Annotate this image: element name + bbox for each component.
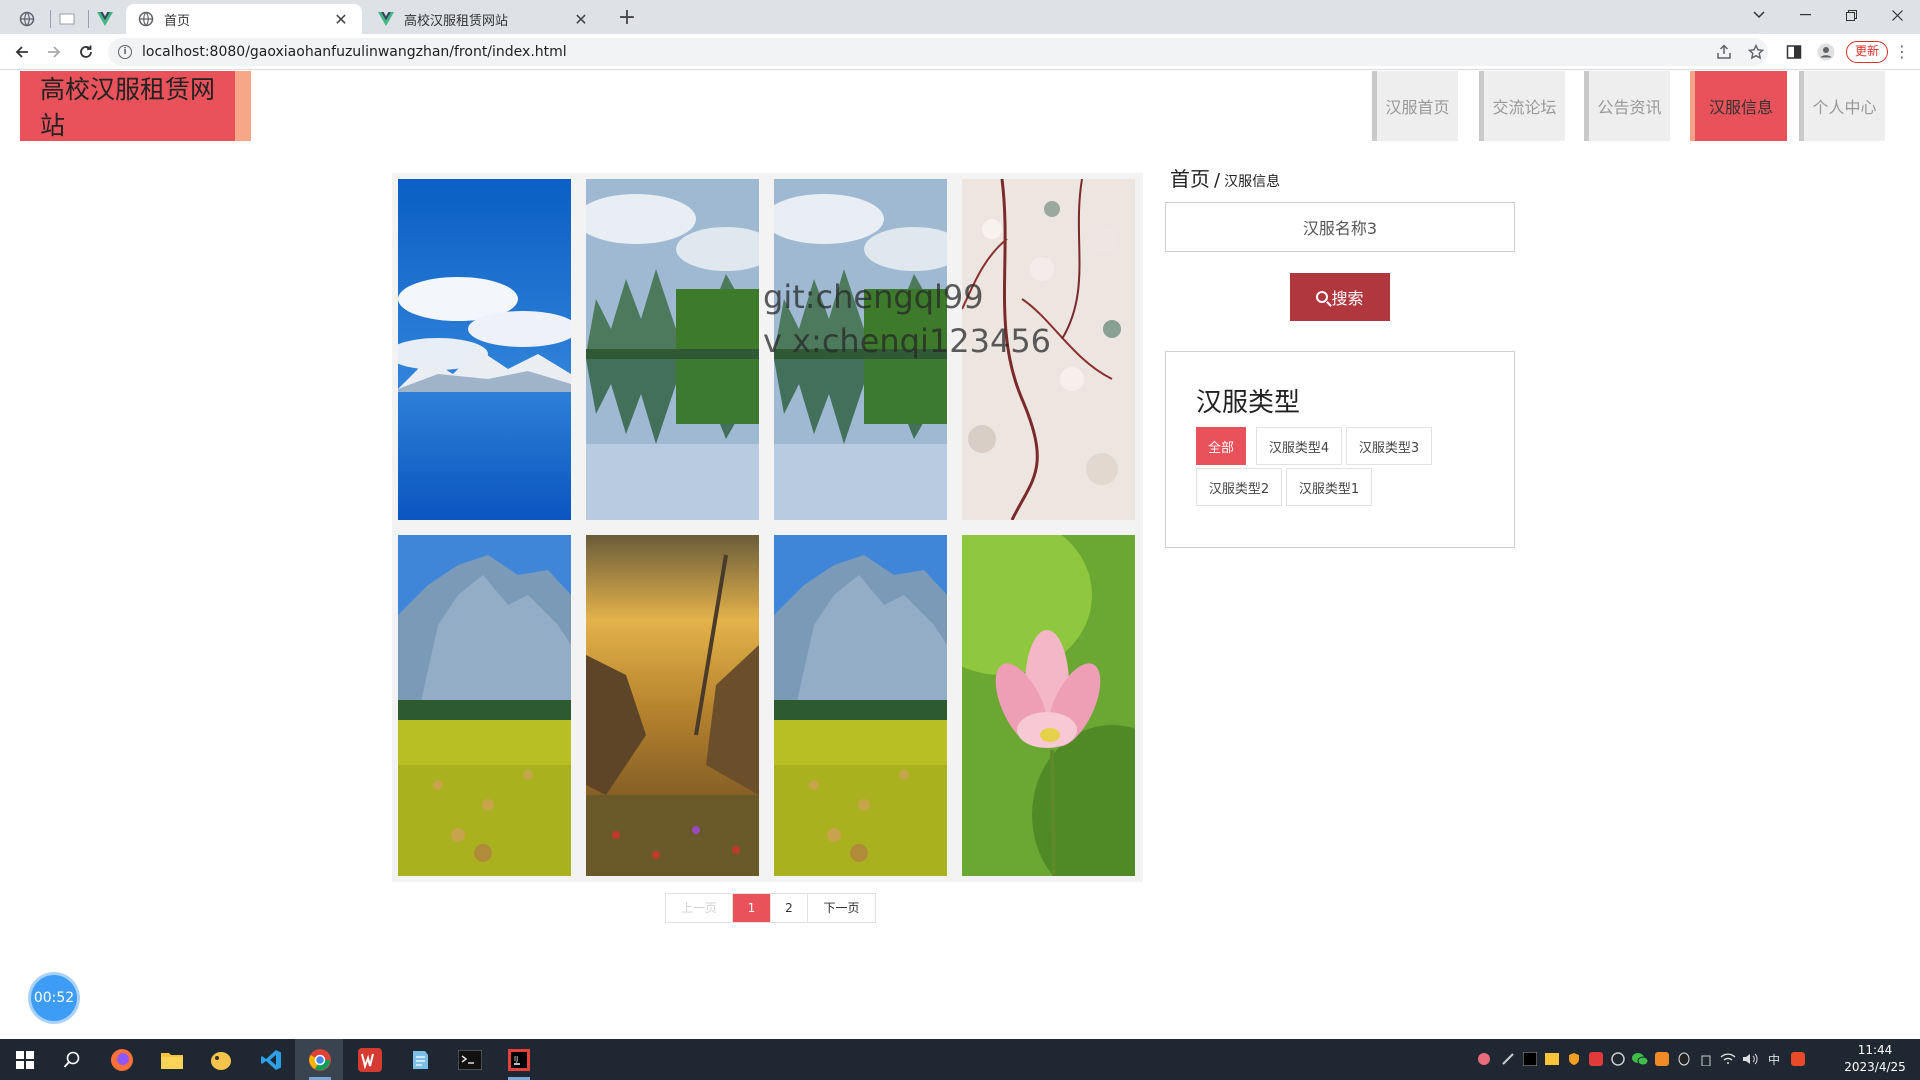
page-icon [59, 13, 75, 25]
chrome-icon[interactable] [305, 1045, 335, 1075]
prev-page-button: 上一页 [666, 894, 733, 922]
update-button[interactable]: 更新 [1846, 41, 1889, 63]
vscode-icon[interactable] [256, 1045, 286, 1075]
globe-icon [19, 11, 35, 27]
search-icon [1316, 291, 1329, 303]
search-icon[interactable] [57, 1045, 87, 1075]
notepad-icon[interactable] [405, 1045, 435, 1075]
type-tag-3[interactable]: 汉服类型3 [1346, 427, 1432, 465]
tray-tool-icon[interactable] [1500, 1051, 1516, 1067]
share-icon[interactable] [1712, 40, 1736, 64]
vue-icon [378, 11, 394, 27]
hanfu-item-image[interactable] [586, 535, 759, 876]
type-filter-title: 汉服类型 [1196, 388, 1301, 418]
browser-toolbar: i localhost:8080/gaoxiaohanfuzulinwangzh… [0, 34, 1920, 70]
tray-orange-icon[interactable] [1654, 1051, 1670, 1067]
nav-item-hanfu-home[interactable]: 汉服首页 [1372, 71, 1458, 141]
firefox-icon[interactable] [107, 1045, 137, 1075]
tab-home[interactable]: 首页 ✕ [126, 4, 362, 34]
profile-avatar-icon[interactable] [1814, 40, 1838, 64]
pinned-tab-vue[interactable] [88, 4, 122, 34]
tray-folder-icon[interactable] [1544, 1051, 1560, 1067]
plus-icon[interactable]: + [614, 5, 640, 31]
type-tag-2[interactable]: 汉服类型2 [1196, 468, 1282, 506]
clock-date: 2023/4/25 [1844, 1060, 1906, 1074]
hanfu-type-filter: 汉服类型 全部 汉服类型4 汉服类型3 汉服类型2 汉服类型1 [1165, 351, 1515, 548]
pinned-tab-blank[interactable] [50, 4, 84, 34]
minimize-icon[interactable] [1782, 0, 1828, 30]
pinned-tab-globe[interactable] [10, 4, 44, 34]
qq-icon[interactable] [1676, 1051, 1692, 1067]
tab-search-chevron-icon[interactable] [1736, 0, 1782, 30]
usb-icon[interactable] [1698, 1051, 1714, 1067]
svg-text:IJ: IJ [514, 1055, 518, 1063]
tray-app-icon[interactable] [1476, 1051, 1492, 1067]
globe-icon [138, 11, 154, 27]
clock-time: 11:44 [1857, 1043, 1893, 1057]
type-tag-1[interactable]: 汉服类型1 [1286, 468, 1372, 506]
wps-icon[interactable] [355, 1045, 385, 1075]
system-clock[interactable]: 11:44 2023/4/25 [1840, 1042, 1910, 1076]
tray-shield-icon[interactable] [1566, 1051, 1582, 1067]
restore-icon[interactable] [1828, 0, 1874, 30]
intellij-icon[interactable]: IJ [504, 1045, 534, 1075]
app-icon[interactable] [206, 1045, 236, 1075]
search-input[interactable]: 汉服名称3 [1165, 202, 1515, 252]
nav-item-hanfu-info[interactable]: 汉服信息 [1690, 71, 1787, 141]
close-window-icon[interactable] [1874, 0, 1920, 30]
breadcrumb-current: 汉服信息 [1224, 174, 1281, 190]
nav-item-personal-center[interactable]: 个人中心 [1799, 71, 1885, 141]
type-tag-4[interactable]: 汉服类型4 [1256, 427, 1342, 465]
breadcrumb-separator: / [1214, 170, 1221, 191]
type-tag-all[interactable]: 全部 [1196, 427, 1246, 465]
hanfu-item-image[interactable] [398, 179, 571, 520]
browser-tab-strip: 首页 ✕ 高校汉服租赁网站 ✕ + [0, 0, 1920, 34]
windows-start-icon[interactable] [10, 1045, 40, 1075]
pagination: 上一页 1 2 下一页 [665, 893, 876, 923]
close-tab-icon[interactable]: ✕ [572, 10, 590, 29]
file-explorer-icon[interactable] [157, 1045, 187, 1075]
search-button[interactable]: 搜索 [1290, 273, 1390, 321]
site-logo[interactable]: 高校汉服租赁网站 [20, 71, 251, 141]
tray-ide-icon[interactable] [1522, 1051, 1538, 1067]
address-bar[interactable]: i localhost:8080/gaoxiaohanfuzulinwangzh… [108, 38, 1768, 66]
sogou-icon[interactable] [1790, 1051, 1806, 1067]
tray-security-icon[interactable] [1588, 1051, 1604, 1067]
side-panel-icon[interactable] [1782, 40, 1806, 64]
hanfu-item-image[interactable] [962, 535, 1135, 876]
nav-item-forum[interactable]: 交流论坛 [1479, 71, 1565, 141]
reload-icon[interactable] [74, 40, 98, 64]
search-button-label: 搜索 [1331, 289, 1364, 308]
more-menu-icon[interactable]: ⋮ [1892, 40, 1912, 64]
recording-timer[interactable]: 00:52 [31, 975, 77, 1021]
breadcrumb: 首页 / 汉服信息 [1170, 163, 1280, 192]
volume-icon[interactable] [1742, 1051, 1758, 1067]
page-1-button[interactable]: 1 [733, 894, 771, 922]
close-tab-icon[interactable]: ✕ [332, 10, 350, 29]
vue-icon [97, 12, 113, 26]
wechat-icon[interactable] [1632, 1051, 1648, 1067]
web-page: 高校汉服租赁网站 汉服首页 交流论坛 公告资讯 汉服信息 个人中心 git:ch… [0, 71, 1920, 1039]
ime-indicator[interactable]: 中 [1766, 1051, 1782, 1067]
forward-arrow-icon[interactable] [42, 40, 66, 64]
tray-network-app-icon[interactable] [1610, 1051, 1626, 1067]
terminal-icon[interactable] [455, 1045, 485, 1075]
breadcrumb-home[interactable]: 首页 [1170, 167, 1210, 191]
page-2-button[interactable]: 2 [771, 894, 808, 922]
hanfu-item-image[interactable] [398, 535, 571, 876]
info-icon[interactable]: i [118, 45, 132, 59]
windows-taskbar: IJ 中 11:44 2023/4/25 [0, 1039, 1920, 1080]
nav-item-news[interactable]: 公告资讯 [1584, 71, 1670, 141]
tab-title: 高校汉服租赁网站 [404, 13, 509, 29]
hanfu-item-image[interactable] [586, 179, 759, 520]
back-arrow-icon[interactable] [10, 40, 34, 64]
tab-site[interactable]: 高校汉服租赁网站 ✕ [366, 4, 602, 34]
watermark-text: git:chengql99 v x:chenqi123456 [763, 278, 1052, 360]
hanfu-item-image[interactable] [774, 535, 947, 876]
bookmark-star-icon[interactable] [1744, 40, 1768, 64]
next-page-button[interactable]: 下一页 [808, 894, 875, 922]
tab-title: 首页 [164, 13, 191, 29]
url-text: localhost:8080/gaoxiaohanfuzulinwangzhan… [142, 44, 567, 60]
wifi-icon[interactable] [1720, 1051, 1736, 1067]
